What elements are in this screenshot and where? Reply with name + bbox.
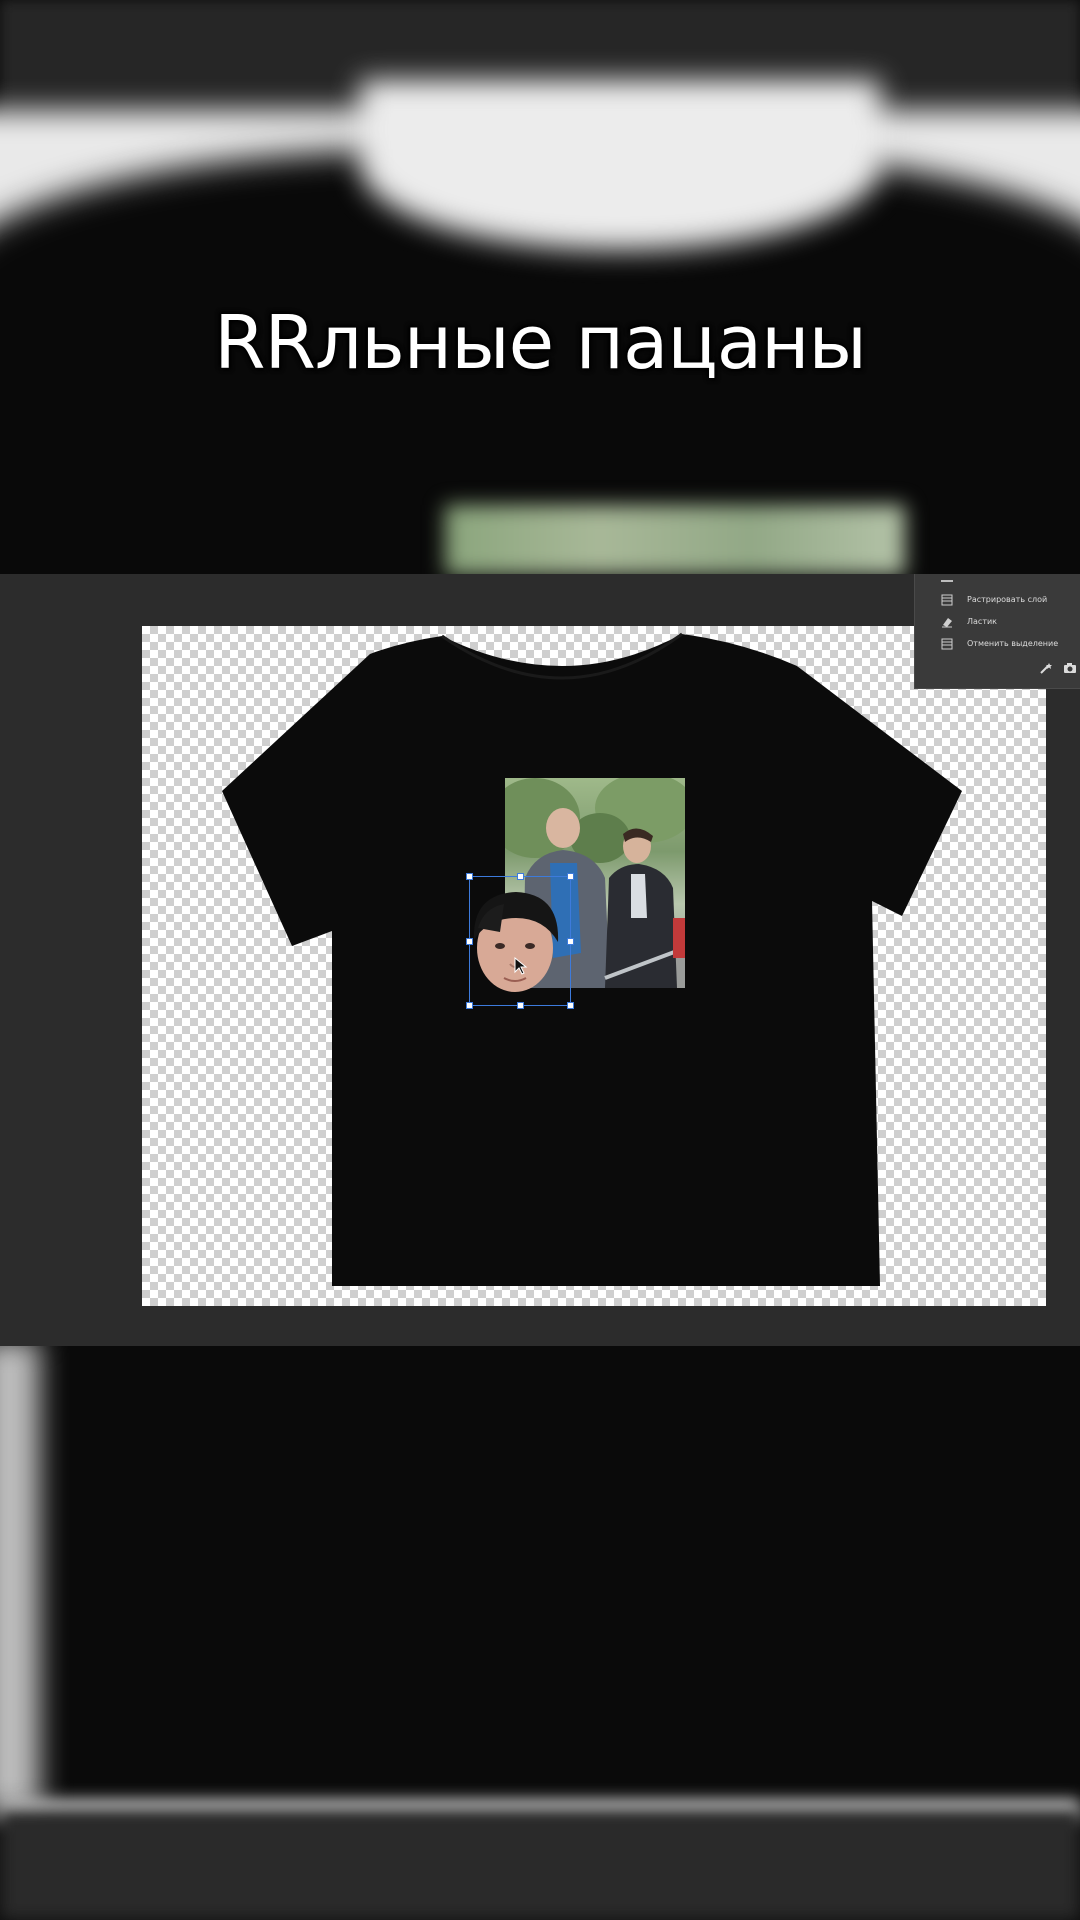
transparent-canvas[interactable] bbox=[142, 626, 1046, 1306]
cursor-arrow-icon bbox=[514, 957, 528, 975]
resize-handle-top-right[interactable] bbox=[567, 873, 574, 880]
blurred-left-edge bbox=[0, 1340, 40, 1810]
blurred-collar bbox=[360, 80, 880, 250]
blurred-tshirt-bottom bbox=[0, 1340, 1080, 1820]
resize-handle-top-left[interactable] bbox=[466, 873, 473, 880]
layer-icon bbox=[941, 594, 953, 606]
menu-item-label: Отменить выделение bbox=[967, 639, 1059, 648]
menu-item-label: Растрировать слой bbox=[967, 595, 1048, 604]
menu-top-icon bbox=[941, 576, 953, 582]
menu-item-eraser[interactable]: Ластик bbox=[915, 612, 1080, 632]
blurred-bottom-bar bbox=[0, 1810, 1080, 1920]
transform-selection-box[interactable] bbox=[466, 873, 574, 1009]
eraser-icon bbox=[942, 618, 952, 628]
menu-item-label: Ластик bbox=[967, 617, 998, 626]
resize-handle-top-center[interactable] bbox=[517, 873, 524, 880]
blurred-photo-strip bbox=[445, 505, 905, 575]
menu-bottom-icons bbox=[1035, 660, 1080, 676]
video-frame: RRльные пацаны Растрировать слой Ластик … bbox=[0, 0, 1080, 1920]
resize-handle-middle-left[interactable] bbox=[466, 938, 473, 945]
menu-item-rasterize-layer[interactable]: Растрировать слой bbox=[915, 590, 1080, 610]
editor-panel: Растрировать слой Ластик Отменить выделе… bbox=[0, 574, 1080, 1346]
menu-item-deselect[interactable]: Отменить выделение bbox=[915, 634, 1080, 654]
camera-icon[interactable] bbox=[1063, 662, 1077, 674]
context-menu: Растрировать слой Ластик Отменить выделе… bbox=[914, 574, 1080, 689]
magic-wand-icon[interactable] bbox=[1039, 662, 1053, 674]
resize-handle-middle-right[interactable] bbox=[567, 938, 574, 945]
deselect-icon bbox=[941, 638, 953, 650]
resize-handle-bottom-right[interactable] bbox=[567, 1002, 574, 1009]
caption-text: RRльные пацаны bbox=[214, 300, 867, 386]
resize-handle-bottom-left[interactable] bbox=[466, 1002, 473, 1009]
resize-handle-bottom-center[interactable] bbox=[517, 1002, 524, 1009]
